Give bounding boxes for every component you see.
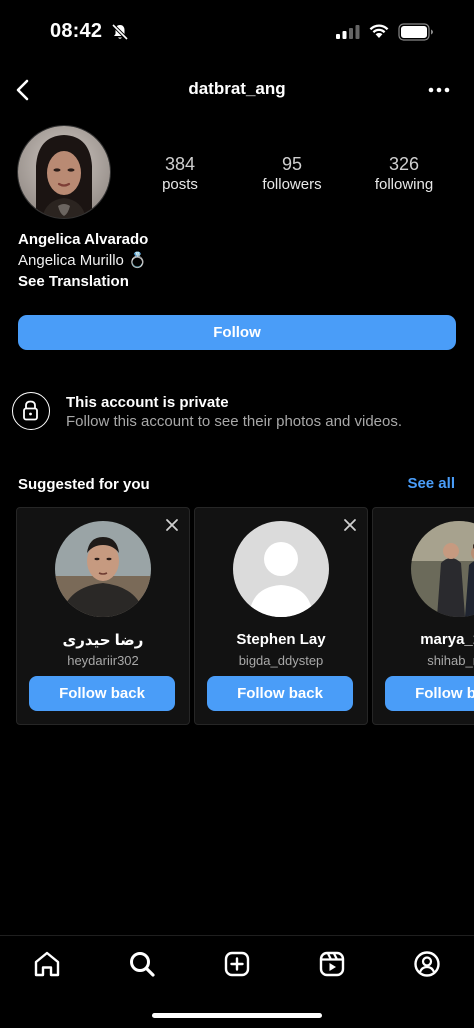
private-subtitle: Follow this account to see their photos …	[66, 413, 403, 430]
suggested-card[interactable]: marya_101 shihab_ma Follow back	[372, 507, 474, 725]
profile-icon[interactable]	[412, 949, 442, 979]
private-title: This account is private	[66, 394, 229, 411]
home-icon[interactable]	[32, 949, 62, 979]
followers-count: 95	[281, 154, 303, 174]
suggested-name: رضا حیدری	[62, 632, 144, 649]
profile-header: datbrat_ang	[0, 70, 474, 110]
profile-name: Angelica Alvarado	[18, 231, 149, 248]
suggested-username: heydariir302	[67, 653, 139, 668]
suggested-cards: رضا حیدری heydariir302 Follow back Steph…	[0, 507, 474, 725]
follow-back-button[interactable]: Follow back	[385, 676, 474, 711]
suggested-title: Suggested for you	[18, 476, 150, 493]
reels-icon[interactable]	[317, 949, 347, 979]
posts-count: 384	[164, 154, 196, 174]
see-all-link[interactable]: See all	[407, 475, 455, 492]
private-account-notice: This account is private Follow this acco…	[12, 391, 462, 435]
suggested-avatar[interactable]	[411, 521, 474, 617]
battery-icon	[398, 23, 433, 41]
stat-posts[interactable]: 384 posts	[125, 154, 235, 195]
follow-button[interactable]: Follow	[18, 315, 456, 350]
suggested-avatar[interactable]	[233, 521, 329, 617]
suggested-username: shihab_ma	[427, 653, 474, 668]
search-icon[interactable]	[127, 949, 157, 979]
profile-bio: Angelica Alvarado Angelica Murillo 💍 See…	[18, 229, 148, 292]
bio-text: Angelica Murillo 💍	[18, 252, 147, 269]
suggested-card[interactable]: Stephen Lay bigda_ddystep Follow back	[194, 507, 368, 725]
suggested-name: Stephen Lay	[236, 631, 326, 648]
posts-label: posts	[162, 176, 198, 193]
following-label: following	[374, 176, 434, 193]
lock-icon	[12, 392, 50, 430]
close-icon[interactable]	[343, 518, 357, 532]
create-icon[interactable]	[222, 949, 252, 979]
suggested-name: marya_101	[420, 631, 474, 648]
stat-following[interactable]: 326 following	[349, 154, 459, 195]
status-time: 08:42	[50, 20, 103, 42]
wifi-icon	[369, 24, 389, 38]
suggested-username: bigda_ddystep	[238, 653, 324, 668]
suggested-card[interactable]: رضا حیدری heydariir302 Follow back	[16, 507, 190, 725]
suggested-avatar[interactable]	[55, 521, 151, 617]
profile-avatar[interactable]	[18, 126, 110, 218]
profile-username-title: datbrat_ang	[188, 79, 286, 98]
follow-back-button[interactable]: Follow back	[207, 676, 353, 711]
close-icon[interactable]	[165, 518, 179, 532]
stat-followers[interactable]: 95 followers	[237, 154, 347, 195]
bell-off-icon	[111, 23, 129, 41]
following-count: 326	[388, 154, 420, 174]
status-bar: 08:42	[0, 0, 474, 64]
see-translation-link[interactable]: See Translation	[18, 271, 148, 292]
signal-icon	[336, 25, 360, 39]
more-icon[interactable]	[426, 82, 452, 98]
follow-back-button[interactable]: Follow back	[29, 676, 175, 711]
home-indicator	[152, 1013, 322, 1018]
followers-label: followers	[262, 176, 322, 193]
